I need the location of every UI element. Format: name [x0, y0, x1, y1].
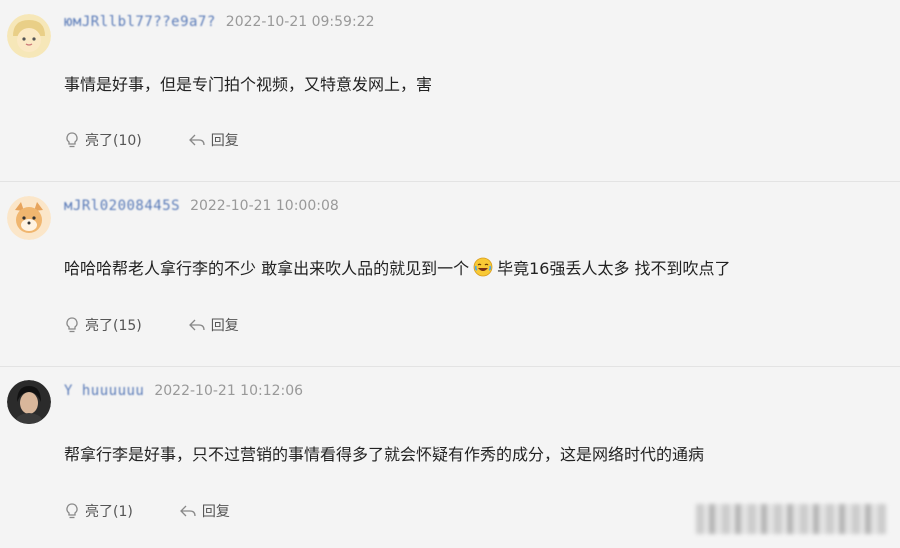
reply-button[interactable]: 回复	[179, 501, 230, 521]
avatar[interactable]	[7, 380, 51, 424]
cartoon-dog-avatar-icon	[7, 196, 51, 240]
reply-label: 回复	[210, 133, 239, 149]
username[interactable]: мJRl02008445S	[64, 198, 180, 214]
avatar[interactable]	[7, 14, 51, 58]
comment-text: 哈哈哈帮老人拿行李的不少 敢拿出来吹人品的就见到一个 毕竟16强丢人太多 找不到…	[64, 255, 731, 279]
comment-text-part: 毕竟16强丢人太多 找不到吹点了	[497, 259, 731, 278]
username[interactable]: юмJRllbl77??e9a7?	[64, 14, 216, 30]
like-button[interactable]: 亮了(1)	[64, 501, 133, 521]
username[interactable]: Y huuuuuu	[64, 383, 144, 399]
divider	[0, 366, 900, 367]
reply-button[interactable]: 回复	[188, 130, 239, 150]
timestamp: 2022-10-21 10:00:08	[190, 198, 339, 214]
reply-arrow-icon	[188, 134, 205, 146]
reply-button[interactable]: 回复	[188, 315, 239, 335]
reply-label: 回复	[201, 504, 230, 520]
divider	[0, 181, 900, 182]
comment-text: 帮拿行李是好事，只不过营销的事情看得多了就会怀疑有作秀的成分，这是网络时代的通病	[64, 445, 705, 464]
comment-text-part: 哈哈哈帮老人拿行李的不少 敢拿出来吹人品的就见到一个	[64, 259, 470, 278]
reply-arrow-icon	[179, 505, 196, 517]
reply-arrow-icon	[188, 319, 205, 331]
cartoon-face-avatar-icon	[7, 14, 51, 58]
lightbulb-icon	[66, 132, 78, 148]
lightbulb-icon	[66, 503, 78, 519]
reply-label: 回复	[210, 318, 239, 334]
photo-avatar-woman-icon	[7, 380, 51, 424]
laughing-crying-emoji-icon	[473, 257, 493, 277]
lightbulb-icon	[66, 317, 78, 333]
like-button[interactable]: 亮了(15)	[64, 315, 142, 335]
like-label: 亮了(1)	[85, 504, 133, 520]
like-button[interactable]: 亮了(10)	[64, 130, 142, 150]
comment-text: 事情是好事，但是专门拍个视频，又特意发网上，害	[64, 75, 433, 94]
like-label: 亮了(10)	[85, 133, 142, 149]
blurred-watermark	[696, 504, 886, 534]
like-label: 亮了(15)	[85, 318, 142, 334]
timestamp: 2022-10-21 10:12:06	[154, 383, 304, 399]
avatar[interactable]	[7, 196, 51, 240]
timestamp: 2022-10-21 09:59:22	[225, 14, 375, 30]
